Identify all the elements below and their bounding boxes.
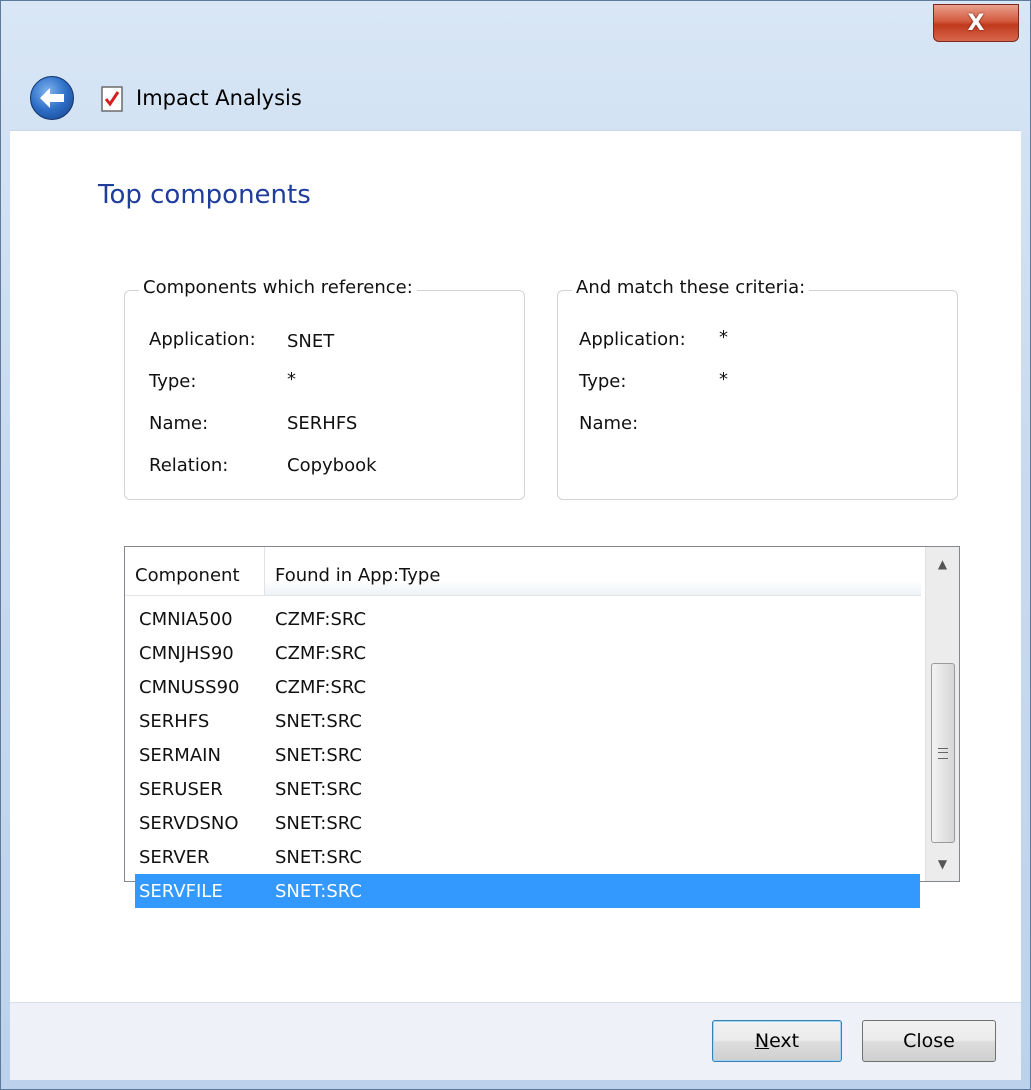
component-cell: CMNUSS90: [139, 677, 240, 698]
checked-document-icon: [101, 86, 123, 112]
crit-application-label: Application:: [579, 329, 686, 350]
reference-group: Components which reference: Application:…: [124, 277, 525, 500]
close-icon: X: [967, 10, 985, 36]
ref-application-label: Application:: [149, 329, 256, 350]
back-button[interactable]: [30, 76, 74, 120]
column-header-found-in[interactable]: Found in App:Type: [265, 547, 921, 595]
component-cell: SERHFS: [139, 711, 210, 732]
found-in-cell: SNET:SRC: [275, 813, 362, 834]
crit-application-value: *: [719, 327, 728, 348]
ref-relation-label: Relation:: [149, 455, 229, 476]
list-item[interactable]: SERHFS SNET:SRC: [125, 704, 921, 738]
found-in-cell: SNET:SRC: [275, 745, 362, 766]
results-list[interactable]: Component Found in App:Type CMNIA500 CZM…: [124, 546, 960, 908]
scroll-up-arrow-icon[interactable]: ▲: [926, 547, 959, 581]
scroll-down-arrow-icon[interactable]: ▼: [926, 847, 959, 881]
navigation-bar: Impact Analysis: [0, 60, 1031, 130]
list-item[interactable]: SERVDSNO SNET:SRC: [125, 806, 921, 840]
window-close-button[interactable]: X: [933, 4, 1019, 42]
list-item[interactable]: CMNJHS90 CZMF:SRC: [125, 636, 921, 670]
reference-group-legend: Components which reference:: [139, 277, 417, 298]
list-item[interactable]: SERMAIN SNET:SRC: [125, 738, 921, 772]
found-in-cell: SNET:SRC: [275, 847, 362, 868]
found-in-cell: SNET:SRC: [275, 711, 362, 732]
crit-name-label: Name:: [579, 413, 639, 434]
crit-type-value: *: [719, 369, 728, 390]
list-item[interactable]: CMNIA500 CZMF:SRC: [125, 602, 921, 636]
scrollbar-thumb[interactable]: [931, 663, 955, 843]
list-item-selected[interactable]: SERVFILE SNET:SRC: [135, 874, 920, 908]
ref-name-value: SERHFS: [287, 413, 358, 434]
component-cell: CMNIA500: [139, 609, 233, 630]
component-cell: SERVFILE: [139, 881, 223, 902]
list-item[interactable]: SERUSER SNET:SRC: [125, 772, 921, 806]
found-in-cell: CZMF:SRC: [275, 643, 367, 664]
ref-type-label: Type:: [149, 371, 197, 392]
back-arrow-icon: [40, 88, 64, 108]
next-mnemonic: N: [754, 1030, 770, 1052]
next-label: ext: [769, 1030, 800, 1052]
ref-application-value: SNET: [287, 331, 335, 352]
ref-relation-value: Copybook: [287, 455, 377, 476]
title-bar: X: [0, 0, 1031, 60]
component-cell: SERMAIN: [139, 745, 221, 766]
component-cell: SERVDSNO: [139, 813, 239, 834]
ref-type-value: *: [287, 369, 296, 390]
component-cell: SERUSER: [139, 779, 223, 800]
component-cell: SERVER: [139, 847, 210, 868]
found-in-cell: SNET:SRC: [275, 779, 362, 800]
vertical-scrollbar[interactable]: ▲ ▼: [925, 547, 959, 881]
list-rows: CMNIA500 CZMF:SRC CMNJHS90 CZMF:SRC CMNU…: [125, 602, 921, 908]
crit-type-label: Type:: [579, 371, 627, 392]
criteria-group: And match these criteria: Application: *…: [557, 277, 958, 500]
found-in-cell: CZMF:SRC: [275, 677, 367, 698]
list-item[interactable]: SERVER SNET:SRC: [125, 840, 921, 874]
ref-name-label: Name:: [149, 413, 209, 434]
list-item[interactable]: CMNUSS90 CZMF:SRC: [125, 670, 921, 704]
criteria-group-legend: And match these criteria:: [572, 277, 810, 298]
next-button[interactable]: Next: [712, 1020, 842, 1062]
page-title: Top components: [98, 180, 311, 210]
found-in-cell: CZMF:SRC: [275, 609, 367, 630]
column-header-component[interactable]: Component: [125, 547, 265, 595]
found-in-cell: SNET:SRC: [275, 881, 362, 902]
grip-icon: [938, 747, 948, 759]
component-cell: CMNJHS90: [139, 643, 234, 664]
list-header: Component Found in App:Type: [125, 547, 921, 596]
window-title: Impact Analysis: [136, 86, 302, 110]
close-button[interactable]: Close: [862, 1020, 996, 1062]
